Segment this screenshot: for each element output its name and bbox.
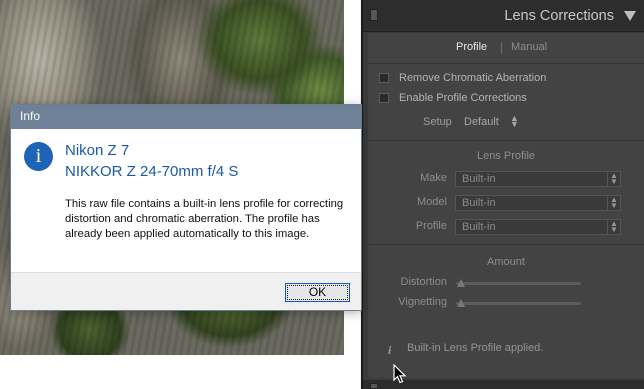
collapse-triangle-icon[interactable]: [624, 11, 636, 21]
dialog-title: Info: [20, 109, 41, 123]
updown-arrows-icon[interactable]: ▲ ▼: [510, 114, 519, 129]
divider: [368, 140, 644, 141]
panel-solo-toggle[interactable]: [370, 383, 378, 389]
updown-arrows-icon: ▲ ▼: [607, 172, 620, 186]
vignetting-label: Vignetting: [398, 296, 447, 308]
tab-profile[interactable]: Profile: [456, 41, 487, 53]
model-select[interactable]: Built-in ▲ ▼: [455, 195, 621, 211]
checkbox-box[interactable]: [379, 73, 389, 83]
lens-corrections-panel: Lens Corrections Profile Manual Remove C…: [361, 0, 644, 389]
make-select[interactable]: Built-in ▲ ▼: [455, 171, 621, 187]
info-icon: i: [24, 142, 53, 171]
profile-value: Built-in: [462, 221, 496, 233]
checkbox-box[interactable]: [379, 93, 389, 103]
amount-heading: Amount: [487, 256, 525, 268]
panel-header[interactable]: Lens Corrections: [363, 0, 644, 32]
panel-body: Profile Manual Remove Chromatic Aberrati…: [368, 33, 644, 378]
updown-arrows-icon: ▲ ▼: [607, 220, 620, 234]
dialog-footer: OK: [11, 272, 361, 310]
ok-button[interactable]: OK: [285, 283, 350, 302]
panel-solo-toggle[interactable]: [370, 9, 378, 21]
lens-profile-heading: Lens Profile: [476, 150, 536, 162]
divider: [368, 244, 644, 245]
setup-select[interactable]: Default: [464, 116, 499, 128]
camera-name: Nikon Z 7: [65, 142, 130, 159]
panel-title: Lens Corrections: [504, 8, 614, 24]
model-label: Model: [417, 196, 447, 208]
distortion-slider-thumb[interactable]: [457, 279, 465, 287]
profile-label: Profile: [415, 220, 447, 232]
tab-separator: [501, 42, 502, 54]
status-text: Built-in Lens Profile applied.: [407, 342, 544, 354]
lens-name: NIKKOR Z 24-70mm f/4 S: [65, 163, 239, 180]
tab-manual[interactable]: Manual: [511, 41, 547, 53]
info-italic-icon: i: [388, 343, 392, 357]
checkbox-label: Enable Profile Corrections: [399, 92, 527, 104]
model-value: Built-in: [462, 197, 496, 209]
make-value: Built-in: [462, 173, 496, 185]
mouse-pointer-icon: [393, 364, 407, 384]
vignetting-slider[interactable]: [456, 302, 581, 305]
profile-manual-tabs: Profile Manual: [368, 39, 644, 57]
distortion-slider[interactable]: [456, 282, 581, 285]
dialog-message: This raw file contains a built-in lens p…: [65, 198, 344, 240]
checkbox-label: Remove Chromatic Aberration: [399, 72, 547, 84]
updown-arrows-icon: ▲ ▼: [607, 196, 620, 210]
vignetting-slider-thumb[interactable]: [457, 299, 465, 307]
info-dialog: Info i Nikon Z 7 NIKKOR Z 24-70mm f/4 S …: [10, 104, 362, 311]
profile-select[interactable]: Built-in ▲ ▼: [455, 219, 621, 235]
divider: [368, 63, 644, 64]
make-label: Make: [420, 172, 447, 184]
distortion-label: Distortion: [400, 276, 447, 288]
setup-label: Setup: [423, 116, 452, 128]
dialog-titlebar[interactable]: Info: [11, 105, 361, 129]
